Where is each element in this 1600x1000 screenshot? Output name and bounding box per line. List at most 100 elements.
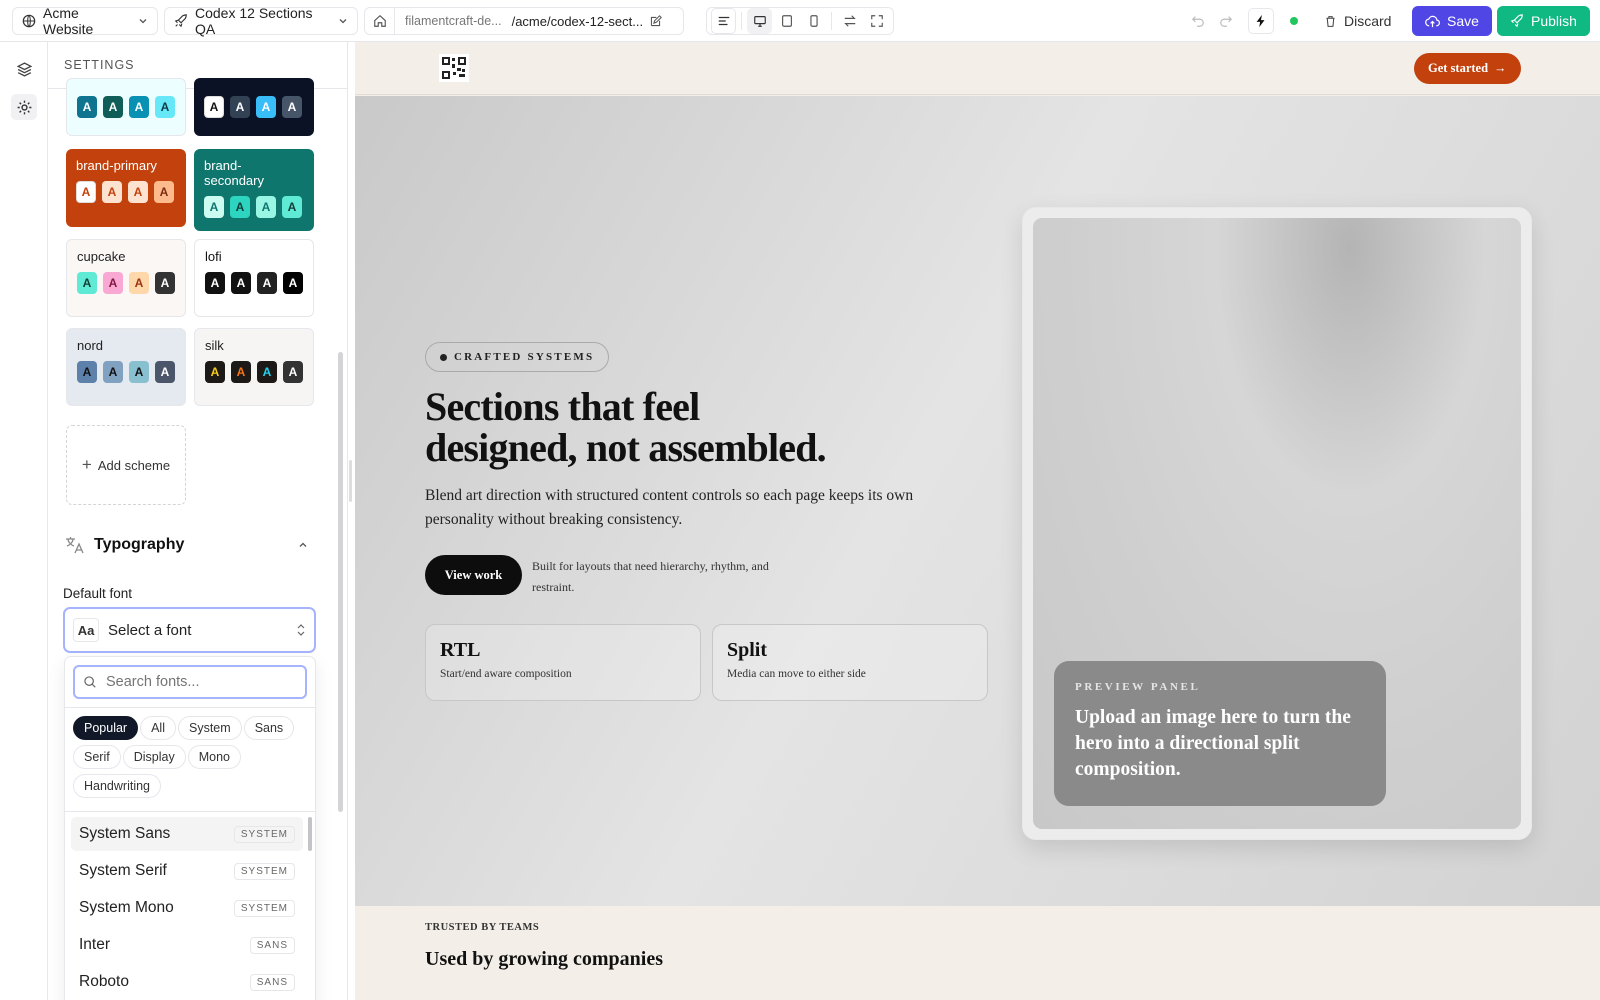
discard-button[interactable]: Discard (1316, 6, 1399, 36)
color-swatch: A (155, 96, 175, 118)
color-swatch: A (102, 181, 122, 203)
font-search[interactable] (73, 665, 307, 699)
hero-headline: Sections that feel designed, not assembl… (425, 386, 985, 468)
redo-icon[interactable] (1213, 8, 1239, 34)
save-button[interactable]: Save (1412, 6, 1492, 36)
panel-resize-handle[interactable] (349, 460, 352, 502)
page-name: Codex 12 Sections QA (195, 5, 313, 37)
rocket-icon (1510, 14, 1524, 28)
color-swatch: A (128, 181, 148, 203)
color-swatch: A (129, 96, 149, 118)
scheme-card-lofi[interactable]: lofi A A A A (194, 239, 314, 317)
filter-pill-serif[interactable]: Serif (73, 745, 121, 769)
site-switcher[interactable]: Acme Website (12, 5, 158, 37)
chevron-down-icon (338, 16, 348, 26)
font-option[interactable]: System Serif SYSTEM (71, 854, 303, 888)
hero-body: Blend art direction with structured cont… (425, 487, 914, 528)
mobile-view-icon[interactable] (801, 8, 826, 34)
scheme-card-cupcake[interactable]: cupcake A A A A (66, 239, 186, 317)
scheme-card-nord[interactable]: nord A A A A (66, 328, 186, 406)
font-option[interactable]: System Sans SYSTEM (71, 817, 303, 851)
edit-icon[interactable] (649, 14, 663, 28)
chevron-updown-icon (296, 623, 306, 637)
default-font-label: Default font (63, 586, 133, 601)
font-option-name: Inter (79, 936, 111, 953)
font-filter-pills: Popular All System Sans Serif Display Mono Hand… (73, 716, 313, 803)
discard-label: Discard (1344, 13, 1392, 29)
font-option[interactable]: Inter SANS (71, 928, 303, 962)
tablet-view-icon[interactable] (774, 8, 799, 34)
scheme-card-brand-primary[interactable]: brand-primary A A A A (66, 149, 186, 227)
color-swatch: A (103, 272, 123, 294)
card-title: RTL (440, 639, 481, 661)
color-swatch: A (256, 96, 276, 118)
filter-pill-handwriting[interactable]: Handwriting (73, 774, 162, 798)
page-switcher[interactable]: Codex 12 Sections QA (164, 5, 358, 37)
font-list-scrollbar[interactable] (308, 817, 312, 851)
filter-pill-display[interactable]: Display (122, 745, 186, 769)
color-swatch: A (155, 361, 175, 383)
search-icon (83, 675, 97, 689)
scheme-card[interactable]: AAAA (66, 78, 186, 136)
home-icon[interactable] (365, 8, 395, 34)
translate-icon (64, 535, 84, 555)
filter-pill-mono[interactable]: Mono (187, 745, 241, 769)
color-swatch: A (154, 181, 174, 203)
font-select[interactable]: Aa Select a font (63, 607, 316, 653)
color-swatch: A (76, 181, 96, 203)
color-swatch: A (77, 272, 97, 294)
scheme-swatches: AAAA (77, 272, 175, 294)
scheme-name: nord (77, 338, 104, 353)
scheme-card[interactable]: AAAA (194, 78, 314, 136)
fullscreen-icon[interactable] (864, 8, 889, 34)
undo-icon[interactable] (1185, 8, 1211, 34)
typography-title: Typography (94, 536, 185, 553)
color-swatch: A (204, 96, 224, 118)
settings-icon[interactable] (11, 94, 37, 120)
cloud-upload-icon (1425, 14, 1440, 29)
get-started-button[interactable]: Get started → (1414, 53, 1521, 84)
font-option-name: Roboto (79, 973, 129, 990)
font-search-input[interactable] (106, 674, 286, 690)
color-swatch: A (204, 196, 224, 218)
typography-section-header[interactable]: Typography (64, 532, 308, 558)
color-swatch: A (77, 96, 97, 118)
eyebrow-badge: CRAFTED SYSTEMS (425, 342, 610, 372)
color-swatch: A (129, 272, 149, 294)
filter-pill-all[interactable]: All (140, 716, 176, 740)
desktop-view-icon[interactable] (747, 8, 773, 34)
filter-pill-popular[interactable]: Popular (73, 716, 139, 740)
layers-icon[interactable] (11, 56, 37, 82)
add-scheme-button[interactable]: + Add scheme (66, 425, 186, 505)
qr-logo[interactable] (439, 54, 469, 82)
url-path: /acme/codex-12-sect... (511, 13, 644, 29)
font-option[interactable]: System Mono SYSTEM (71, 891, 303, 925)
filter-pill-system[interactable]: System (178, 716, 242, 740)
swap-direction-icon[interactable] (837, 8, 862, 34)
trusted-label: TRUSTED BY TEAMS (425, 922, 540, 933)
left-rail (0, 42, 48, 1000)
panel-scrollbar[interactable] (338, 352, 343, 812)
filter-pill-sans[interactable]: Sans (243, 716, 295, 740)
scheme-card-silk[interactable]: silk A A A A (194, 328, 314, 406)
eyebrow-label: CRAFTED SYSTEMS (454, 351, 595, 363)
scheme-card-brand-secondary[interactable]: brand-secondary A A A A (194, 149, 314, 231)
page-preview: Get started → CRAFTED SYSTEMS Sections t… (355, 42, 1600, 1000)
lightning-icon[interactable] (1248, 8, 1274, 34)
color-swatch: A (282, 196, 302, 218)
scheme-swatches: AAAA (77, 96, 175, 118)
chevron-down-icon (138, 16, 148, 26)
bullet-dot (440, 353, 447, 361)
scheme-swatches: AAAA (77, 361, 175, 383)
globe-icon (22, 14, 36, 28)
color-swatch: A (155, 272, 175, 294)
trash-icon (1324, 15, 1337, 28)
scheme-name: brand-secondary (204, 158, 264, 188)
view-work-button[interactable]: View work (425, 555, 522, 595)
font-option[interactable]: Roboto SANS (71, 965, 303, 999)
publish-button[interactable]: Publish (1497, 6, 1590, 36)
feature-card-rtl: RTL Start/end aware composition (425, 624, 701, 701)
outline-icon[interactable] (711, 8, 737, 34)
scheme-name: silk (205, 338, 224, 353)
color-swatch: A (205, 361, 225, 383)
